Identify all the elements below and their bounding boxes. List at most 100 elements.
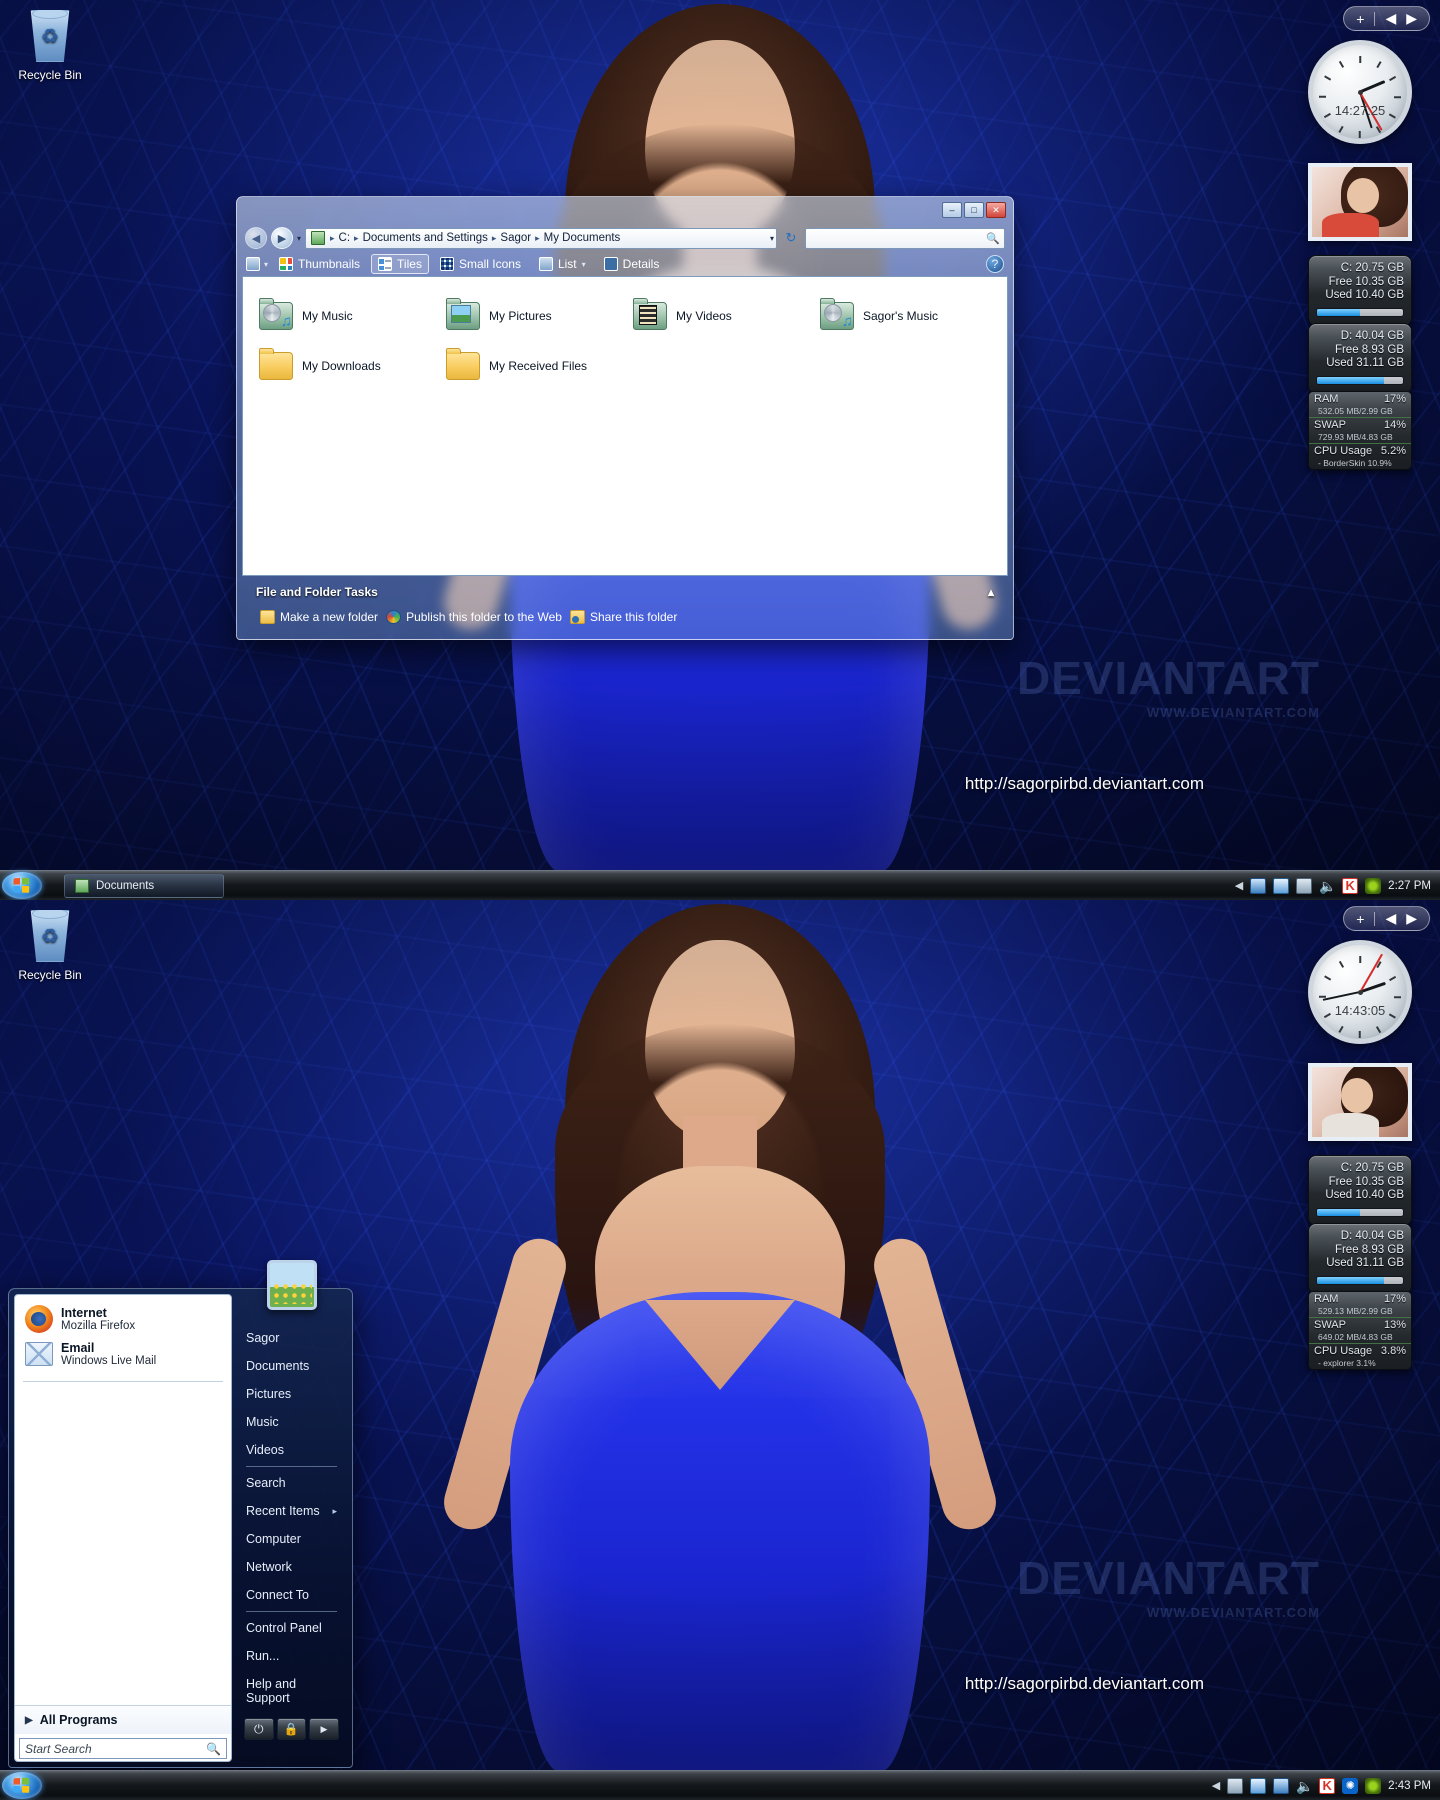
view-button-details[interactable]: Details (597, 254, 667, 274)
share-folder-link[interactable]: Share this folder (569, 610, 677, 624)
start-item-help-and-support[interactable]: Help and Support (236, 1670, 347, 1712)
file-item[interactable]: My Pictures (438, 291, 625, 341)
file-item[interactable]: My Videos (625, 291, 812, 341)
tray-expand-icon[interactable]: ◀ (1235, 879, 1243, 892)
nvidia-icon[interactable] (1365, 1777, 1382, 1794)
start-item-connect-to[interactable]: Connect To (236, 1581, 347, 1609)
desktop-icon-recycle-bin[interactable]: Recycle Bin (4, 10, 96, 82)
list-caret-icon[interactable]: ▾ (582, 260, 586, 269)
sidebar-add-icon[interactable]: + (1356, 911, 1364, 927)
start-item-control-panel[interactable]: Control Panel (236, 1614, 347, 1642)
sidebar-next-icon[interactable]: ▶ (1406, 10, 1417, 27)
start-button[interactable] (2, 1772, 42, 1799)
start-item-search[interactable]: Search (236, 1469, 347, 1497)
view-button-thumbnails[interactable]: Thumbnails (272, 254, 367, 274)
start-item-computer[interactable]: Computer (236, 1525, 347, 1553)
collapse-icon[interactable]: ▴ (988, 585, 994, 599)
disk-gadget-c-top[interactable]: C: 20.75 GB Free 10.35 GB Used 10.40 GB (1308, 255, 1412, 326)
user-avatar[interactable] (266, 1260, 317, 1310)
file-list-pane[interactable]: ♫ My Music My Pictures My Videos ♫ Sagor… (242, 276, 1008, 576)
maximize-button[interactable]: □ (964, 202, 984, 218)
forward-button[interactable]: ▶ (271, 227, 293, 249)
make-new-folder-link[interactable]: Make a new folder (260, 610, 378, 624)
view-button-list[interactable]: List ▾ (532, 254, 593, 274)
back-button[interactable]: ◀ (245, 227, 267, 249)
taskbar-task-documents[interactable]: Documents (64, 873, 224, 898)
start-item-network[interactable]: Network (236, 1553, 347, 1581)
all-programs-button[interactable]: ▶ All Programs (15, 1705, 231, 1734)
close-button[interactable]: ✕ (986, 202, 1006, 218)
sidebar-controls-top[interactable]: + ◀ ▶ (1343, 6, 1430, 31)
start-item-pictures[interactable]: Pictures (236, 1380, 347, 1408)
tray-expand-icon[interactable]: ◀ (1212, 1779, 1220, 1792)
start-search-input[interactable]: Start Search 🔍 (19, 1738, 227, 1759)
start-menu[interactable]: Internet Mozilla Firefox Email Windows L… (8, 1260, 353, 1768)
antivirus-icon[interactable]: K (1319, 1777, 1336, 1794)
clock-gadget-top[interactable]: 14:27:25 (1308, 40, 1412, 144)
taskbar-clock[interactable]: 2:27 PM (1388, 880, 1431, 892)
sidebar-controls-bottom[interactable]: + ◀ ▶ (1343, 906, 1430, 931)
breadcrumb-documents-and-settings[interactable]: Documents and Settings (361, 232, 490, 244)
photo-gadget-bottom[interactable] (1308, 1063, 1412, 1141)
start-button[interactable] (2, 872, 42, 899)
file-item[interactable]: ♫ Sagor's Music (812, 291, 999, 341)
help-icon[interactable]: ? (986, 255, 1004, 273)
clock-gadget-bottom[interactable]: 14:43:05 (1308, 940, 1412, 1044)
start-item-recent-items[interactable]: Recent Items ▸ (236, 1497, 347, 1525)
minimize-button[interactable]: – (942, 202, 962, 218)
bluetooth-icon[interactable]: ✺ (1342, 1777, 1359, 1794)
antivirus-icon[interactable]: K (1342, 877, 1359, 894)
network-center-icon[interactable] (1250, 1777, 1267, 1794)
views-caret-icon[interactable]: ▾ (264, 260, 268, 269)
sidebar-prev-icon[interactable]: ◀ (1385, 910, 1396, 927)
breadcrumb-sagor[interactable]: Sagor (498, 232, 533, 244)
network-center-icon[interactable] (1273, 877, 1290, 894)
pinned-item-internet[interactable]: Internet Mozilla Firefox (19, 1301, 227, 1337)
publish-to-web-link[interactable]: Publish this folder to the Web (386, 610, 562, 624)
safely-remove-hardware-icon[interactable] (1296, 877, 1313, 894)
start-item-videos[interactable]: Videos (236, 1436, 347, 1464)
window-titlebar[interactable]: – □ ✕ (242, 202, 1008, 224)
sidebar-add-icon[interactable]: + (1356, 11, 1364, 27)
file-item[interactable]: My Downloads (251, 341, 438, 391)
network-icon[interactable] (1250, 877, 1267, 894)
view-button-small-icons[interactable]: Small Icons (433, 254, 528, 274)
desktop-icon-recycle-bin[interactable]: Recycle Bin (4, 910, 96, 982)
start-item-sagor[interactable]: Sagor (236, 1324, 347, 1352)
address-bar[interactable]: ▸ C: ▸ Documents and Settings ▸ Sagor ▸ … (305, 227, 777, 249)
shutdown-button[interactable]: ⏻ (244, 1718, 274, 1740)
breadcrumb-my-documents[interactable]: My Documents (542, 232, 623, 244)
disk-gadget-c-bottom[interactable]: C: 20.75 GB Free 10.35 GB Used 10.40 GB (1308, 1155, 1412, 1226)
lock-button[interactable]: 🔒 (276, 1718, 306, 1740)
safely-remove-hardware-icon[interactable] (1227, 1777, 1244, 1794)
file-item[interactable]: My Received Files (438, 341, 625, 391)
sidebar-prev-icon[interactable]: ◀ (1385, 10, 1396, 27)
explorer-window[interactable]: – □ ✕ ◀ ▶ ▾ ▸ C: ▸ Documents and Setting… (236, 196, 1014, 640)
photo-gadget-top[interactable] (1308, 163, 1412, 241)
disk-gadget-d-bottom[interactable]: D: 40.04 GB Free 8.93 GB Used 31.11 GB (1308, 1223, 1412, 1294)
power-options-button[interactable]: ▶ (309, 1718, 339, 1740)
address-dropdown-icon[interactable]: ▾ (770, 234, 774, 243)
clock-center-pin (1357, 89, 1363, 95)
start-item-documents[interactable]: Documents (236, 1352, 347, 1380)
disk-gadget-d-top[interactable]: D: 40.04 GB Free 8.93 GB Used 31.11 GB (1308, 323, 1412, 394)
refresh-icon[interactable]: ↻ (781, 228, 801, 248)
start-item-music[interactable]: Music (236, 1408, 347, 1436)
network-icon[interactable] (1273, 1777, 1290, 1794)
breadcrumb-c[interactable]: C: (337, 232, 353, 244)
nvidia-icon[interactable] (1365, 877, 1382, 894)
pinned-item-email[interactable]: Email Windows Live Mail (19, 1337, 227, 1371)
tasks-header[interactable]: File and Folder Tasks ▴ (242, 582, 1008, 602)
volume-icon[interactable]: 🔈 (1296, 1778, 1313, 1794)
file-item[interactable]: ♫ My Music (251, 291, 438, 341)
sidebar-next-icon[interactable]: ▶ (1406, 910, 1417, 927)
volume-icon[interactable]: 🔈 (1319, 878, 1336, 894)
resource-monitor-gadget-top[interactable]: RAM 17% 532.05 MB/2.99 GB SWAP 14% 729.93 … (1308, 391, 1412, 470)
history-dropdown-icon[interactable]: ▾ (297, 234, 301, 243)
resource-monitor-gadget-bottom[interactable]: RAM 17% 529.13 MB/2.99 GB SWAP 13% 649.02 … (1308, 1291, 1412, 1370)
views-icon[interactable] (246, 257, 260, 271)
taskbar-clock[interactable]: 2:43 PM (1388, 1780, 1431, 1792)
view-button-tiles[interactable]: Tiles (371, 254, 429, 274)
start-item-run[interactable]: Run... (236, 1642, 347, 1670)
search-input[interactable]: 🔍 (805, 227, 1005, 249)
